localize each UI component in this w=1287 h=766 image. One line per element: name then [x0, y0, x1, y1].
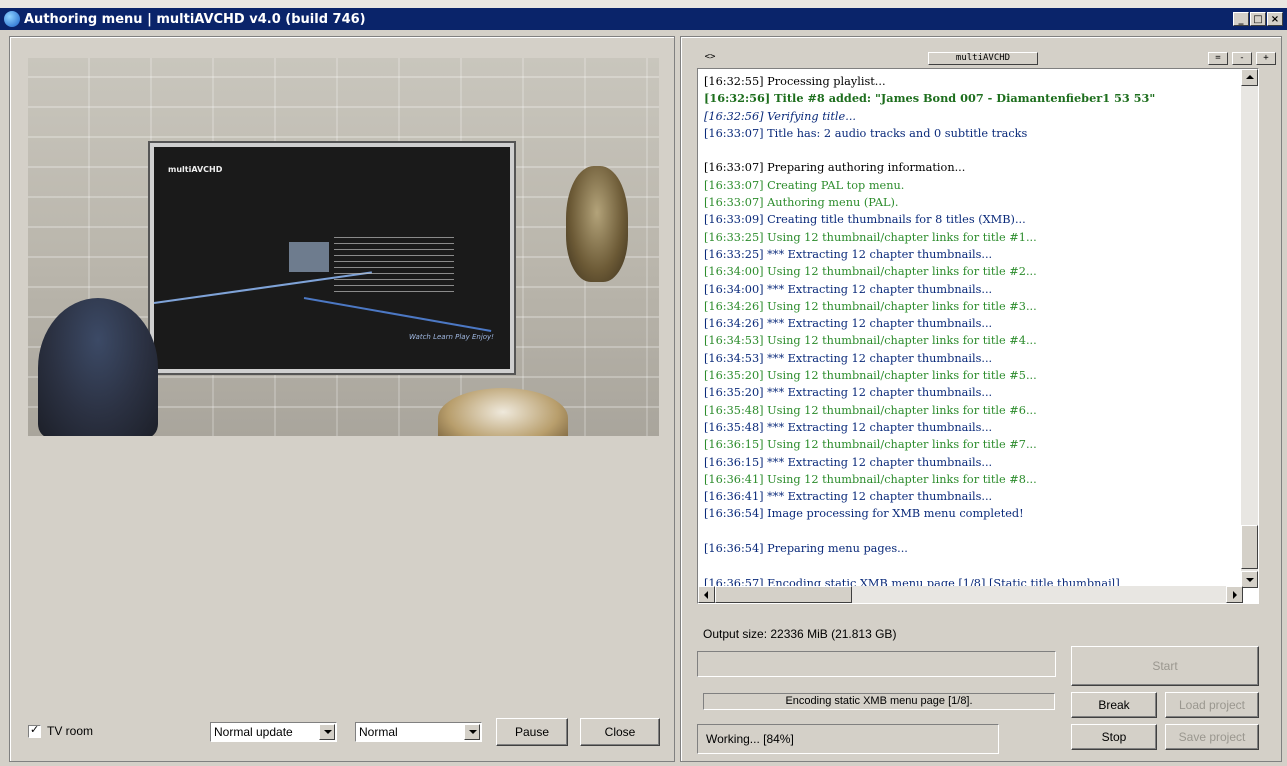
close-button[interactable]: Close: [580, 718, 660, 746]
log-output[interactable]: [16:32:55] Processing playlist... [16:32:…: [697, 68, 1259, 604]
viewer-silhouette: [38, 298, 158, 436]
scroll-left-arrow-icon[interactable]: [698, 586, 715, 603]
scroll-up-arrow-icon[interactable]: [1241, 69, 1258, 86]
window-title: Authoring menu | multiAVCHD v4.0 (build …: [24, 12, 366, 27]
chevron-down-icon[interactable]: [464, 724, 480, 740]
vertical-scroll-thumb[interactable]: [1241, 525, 1258, 569]
stop-button[interactable]: Stop: [1071, 724, 1157, 750]
maximize-button[interactable]: □: [1250, 12, 1266, 26]
preview-thumbnail: [289, 242, 329, 272]
log-line: [16:34:53] *** Extracting 12 chapter thu…: [704, 351, 993, 365]
log-line: [16:33:07] Preparing authoring informati…: [704, 161, 966, 175]
scroll-right-arrow-icon[interactable]: [1226, 586, 1243, 603]
log-line: [16:33:07] Title has: 2 audio tracks and…: [704, 126, 1028, 140]
log-line: [16:33:25] *** Extracting 12 chapter thu…: [704, 247, 993, 261]
log-line: [16:33:07] Authoring menu (PAL).: [704, 196, 899, 210]
log-line: [16:36:41] *** Extracting 12 chapter thu…: [704, 490, 993, 504]
menu-preview-image: multiAVCHD Watch Learn Play Enjoy!: [28, 58, 659, 436]
scroll-down-arrow-icon[interactable]: [1241, 571, 1258, 588]
working-indicator: Working... [84%]: [697, 724, 999, 754]
log-toggle-button[interactable]: <>: [700, 52, 720, 65]
app-icon: [4, 11, 20, 27]
priority-value: Normal: [359, 725, 398, 739]
log-line: [16:32:56] Verifying title...: [704, 109, 857, 123]
log-equals-button[interactable]: =: [1208, 52, 1228, 65]
log-line: [16:36:15] *** Extracting 12 chapter thu…: [704, 455, 993, 469]
log-line: [16:35:48] *** Extracting 12 chapter thu…: [704, 420, 993, 434]
log-line: [16:35:20] *** Extracting 12 chapter thu…: [704, 386, 993, 400]
log-line: [16:35:20] Using 12 thumbnail/chapter li…: [704, 369, 1037, 383]
window-titlebar: Authoring menu | multiAVCHD v4.0 (build …: [0, 0, 1287, 30]
minimize-button[interactable]: _: [1233, 12, 1249, 26]
priority-select[interactable]: Normal: [355, 722, 482, 742]
preview-info-lines: [334, 237, 454, 297]
log-lines: [16:32:55] Processing playlist... [16:32:…: [704, 73, 1234, 603]
status-line: Encoding static XMB menu page [1/8].: [785, 695, 973, 707]
log-increase-font-button[interactable]: +: [1256, 52, 1276, 65]
log-line: [16:34:53] Using 12 thumbnail/chapter li…: [704, 334, 1037, 348]
start-button[interactable]: Start: [1071, 646, 1259, 686]
log-line: [16:33:25] Using 12 thumbnail/chapter li…: [704, 230, 1037, 244]
log-line: [16:36:54] Preparing menu pages...: [704, 542, 908, 556]
log-line: [16:36:15] Using 12 thumbnail/chapter li…: [704, 438, 1037, 452]
vertical-scrollbar[interactable]: [1241, 69, 1258, 588]
log-line: [16:34:26] *** Extracting 12 chapter thu…: [704, 317, 993, 331]
top-strip: [0, 0, 1287, 8]
tv-room-label: TV room: [47, 724, 94, 738]
log-decrease-font-button[interactable]: -: [1232, 52, 1252, 65]
log-line: [16:34:00] Using 12 thumbnail/chapter li…: [704, 265, 1037, 279]
tv-screen: multiAVCHD Watch Learn Play Enjoy!: [150, 143, 514, 373]
log-line: [16:36:54] Image processing for XMB menu…: [704, 507, 1024, 521]
chevron-down-icon[interactable]: [319, 724, 335, 740]
preview-brand: multiAVCHD: [168, 165, 223, 174]
horizontal-scrollbar[interactable]: [698, 586, 1243, 603]
progress-bar: [697, 651, 1056, 677]
load-project-button[interactable]: Load project: [1165, 692, 1259, 718]
update-mode-select[interactable]: Normal update: [210, 722, 337, 742]
pause-button[interactable]: Pause: [496, 718, 568, 746]
log-title-button[interactable]: multiAVCHD: [928, 52, 1038, 65]
log-line: [16:34:00] *** Extracting 12 chapter thu…: [704, 282, 993, 296]
break-button[interactable]: Break: [1071, 692, 1157, 718]
close-window-button[interactable]: ×: [1267, 12, 1283, 26]
log-line: [16:33:07] Creating PAL top menu.: [704, 178, 905, 192]
log-line: [16:32:56] Title #8 added: "James Bond 0…: [704, 91, 1156, 106]
log-line: [16:32:55] Processing playlist...: [704, 75, 886, 88]
log-line: [16:35:48] Using 12 thumbnail/chapter li…: [704, 403, 1037, 417]
horizontal-scroll-thumb[interactable]: [715, 586, 852, 603]
log-line: [16:34:26] Using 12 thumbnail/chapter li…: [704, 299, 1037, 313]
preview-tagline: Watch Learn Play Enjoy!: [409, 333, 494, 341]
tv-room-checkbox-row[interactable]: TV room: [28, 723, 94, 738]
light-ray-2: [303, 297, 492, 332]
wall-mask-decoration: [566, 166, 628, 282]
tv-room-checkbox[interactable]: [28, 723, 41, 738]
output-size-label: Output size: 22336 MiB (21.813 GB): [703, 627, 897, 641]
save-project-button[interactable]: Save project: [1165, 724, 1259, 750]
log-line: [16:36:41] Using 12 thumbnail/chapter li…: [704, 472, 1037, 486]
update-mode-value: Normal update: [214, 725, 293, 739]
log-line: [16:33:09] Creating title thumbnails for…: [704, 213, 1026, 227]
